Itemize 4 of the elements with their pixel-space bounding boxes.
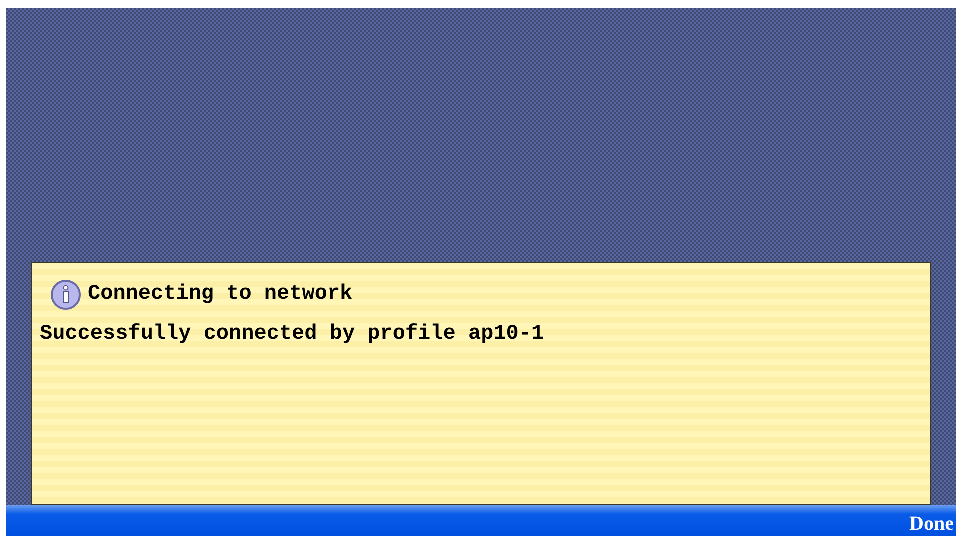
- done-softkey[interactable]: Done: [910, 512, 954, 536]
- info-icon: [50, 279, 82, 311]
- dialog-title: Connecting to network: [88, 282, 353, 308]
- dialog-message: Successfully connected by profile ap10-1: [40, 322, 546, 348]
